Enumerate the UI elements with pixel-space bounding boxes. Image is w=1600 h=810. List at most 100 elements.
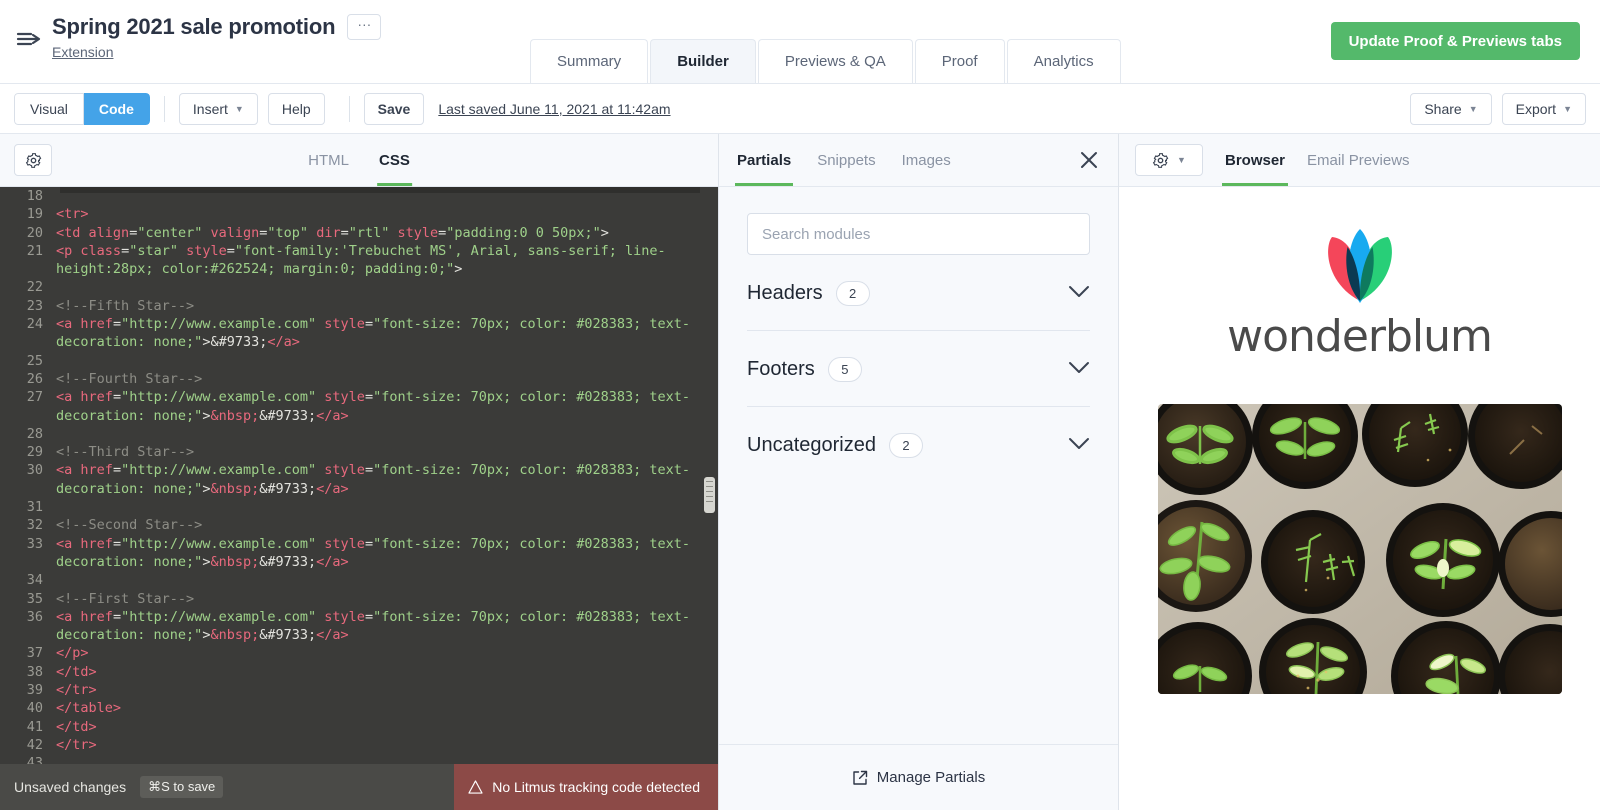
code-mode-button[interactable]: Code bbox=[84, 93, 150, 125]
line-number: 19 bbox=[0, 205, 56, 223]
export-button[interactable]: Export ▼ bbox=[1502, 93, 1586, 125]
code-line[interactable]: 22 bbox=[0, 278, 718, 296]
line-number: 37 bbox=[0, 644, 56, 662]
line-number: 33 bbox=[0, 535, 56, 572]
line-content: <tr> bbox=[56, 205, 718, 223]
code-line[interactable]: 42</tr> bbox=[0, 736, 718, 754]
line-number: 29 bbox=[0, 443, 56, 461]
code-line[interactable]: 23<!--Fifth Star--> bbox=[0, 297, 718, 315]
line-content: <!--Second Star--> bbox=[56, 516, 718, 534]
line-content: <!--Fifth Star--> bbox=[56, 297, 718, 315]
code-line[interactable]: 20<td align="center" valign="top" dir="r… bbox=[0, 224, 718, 242]
code-line[interactable]: 36<a href="http://www.example.com" style… bbox=[0, 608, 718, 645]
search-modules-input[interactable] bbox=[747, 213, 1090, 255]
visual-code-toggle: Visual Code bbox=[14, 93, 150, 125]
more-options-button[interactable]: ··· bbox=[347, 14, 381, 40]
code-line[interactable]: 24<a href="http://www.example.com" style… bbox=[0, 315, 718, 352]
tab-summary[interactable]: Summary bbox=[530, 39, 648, 83]
code-line[interactable]: 21<p class="star" style="font-family:'Tr… bbox=[0, 242, 718, 279]
chevron-down-icon: ▼ bbox=[1177, 155, 1186, 165]
preview-tab-browser[interactable]: Browser bbox=[1225, 134, 1285, 186]
tab-images[interactable]: Images bbox=[902, 134, 951, 186]
share-button[interactable]: Share ▼ bbox=[1410, 93, 1491, 125]
update-proof-previews-button[interactable]: Update Proof & Previews tabs bbox=[1331, 22, 1580, 60]
code-line[interactable]: 38</td> bbox=[0, 663, 718, 681]
chevron-down-icon: ▼ bbox=[1469, 104, 1478, 114]
code-language-tabs: HTML CSS bbox=[308, 134, 410, 186]
code-editor[interactable]: 18 19<tr>20<td align="center" valign="to… bbox=[0, 187, 718, 764]
partials-group-uncategorized[interactable]: Uncategorized 2 bbox=[747, 407, 1090, 482]
code-line[interactable]: 33<a href="http://www.example.com" style… bbox=[0, 535, 718, 572]
line-content: <!--First Star--> bbox=[56, 590, 718, 608]
line-content: <!--Third Star--> bbox=[56, 443, 718, 461]
editor-vertical-scrollbar[interactable] bbox=[704, 477, 715, 513]
group-count-badge: 2 bbox=[836, 281, 870, 306]
code-line[interactable]: 27<a href="http://www.example.com" style… bbox=[0, 388, 718, 425]
help-button[interactable]: Help bbox=[268, 93, 325, 125]
code-line[interactable]: 37</p> bbox=[0, 644, 718, 662]
tab-proof[interactable]: Proof bbox=[915, 39, 1005, 83]
line-content: <td align="center" valign="top" dir="rtl… bbox=[56, 224, 718, 242]
line-content bbox=[56, 571, 718, 589]
code-tab-css[interactable]: CSS bbox=[379, 134, 410, 186]
code-line[interactable]: 35<!--First Star--> bbox=[0, 590, 718, 608]
code-line[interactable]: 40</table> bbox=[0, 699, 718, 717]
code-line[interactable]: 25 bbox=[0, 352, 718, 370]
tab-analytics[interactable]: Analytics bbox=[1007, 39, 1121, 83]
code-line[interactable]: 31 bbox=[0, 498, 718, 516]
tab-snippets[interactable]: Snippets bbox=[817, 134, 875, 186]
code-line[interactable]: 39</tr> bbox=[0, 681, 718, 699]
code-tab-html[interactable]: HTML bbox=[308, 134, 349, 186]
insert-label: Insert bbox=[193, 101, 228, 117]
line-number: 24 bbox=[0, 315, 56, 352]
email-preview-canvas: wonderblum bbox=[1119, 187, 1600, 810]
code-line[interactable]: 19<tr> bbox=[0, 205, 718, 223]
code-line[interactable]: 41</td> bbox=[0, 718, 718, 736]
builder-panes: HTML CSS 18 19<tr>20<td align="center" v… bbox=[0, 134, 1600, 810]
partials-group-headers[interactable]: Headers 2 bbox=[747, 255, 1090, 331]
tab-builder[interactable]: Builder bbox=[650, 39, 756, 83]
code-settings-button[interactable] bbox=[14, 144, 52, 176]
code-line[interactable]: 34 bbox=[0, 571, 718, 589]
collapse-sidebar-button[interactable] bbox=[12, 22, 46, 56]
wonderblum-flower-logo bbox=[1314, 227, 1406, 305]
line-content: </tr> bbox=[56, 736, 718, 754]
line-number: 25 bbox=[0, 352, 56, 370]
line-content: <a href="http://www.example.com" style="… bbox=[56, 388, 718, 425]
last-saved-link[interactable]: Last saved June 11, 2021 at 11:42am bbox=[438, 101, 670, 117]
line-number: 36 bbox=[0, 608, 56, 645]
preview-tab-email-previews[interactable]: Email Previews bbox=[1307, 134, 1410, 186]
code-line[interactable]: 26<!--Fourth Star--> bbox=[0, 370, 718, 388]
export-label: Export bbox=[1516, 101, 1556, 117]
line-number: 27 bbox=[0, 388, 56, 425]
gear-icon bbox=[25, 152, 42, 169]
code-line[interactable]: 30<a href="http://www.example.com" style… bbox=[0, 461, 718, 498]
preview-settings-button[interactable]: ▼ bbox=[1135, 144, 1203, 176]
close-icon bbox=[1078, 149, 1100, 171]
share-label: Share bbox=[1424, 101, 1461, 117]
editor-status-bar: Unsaved changes ⌘S to save No Litmus tra… bbox=[0, 764, 718, 810]
manage-partials-link[interactable]: Manage Partials bbox=[719, 744, 1118, 810]
code-line[interactable]: 32<!--Second Star--> bbox=[0, 516, 718, 534]
line-number: 32 bbox=[0, 516, 56, 534]
warning-triangle-icon bbox=[468, 780, 483, 794]
line-number: 38 bbox=[0, 663, 56, 681]
save-button[interactable]: Save bbox=[364, 93, 425, 125]
campaign-subtitle-link[interactable]: Extension bbox=[52, 44, 113, 60]
code-line[interactable]: 43 bbox=[0, 754, 718, 764]
group-label: Uncategorized bbox=[747, 434, 876, 457]
line-number: 30 bbox=[0, 461, 56, 498]
close-panel-button[interactable] bbox=[1078, 149, 1100, 171]
insert-button[interactable]: Insert ▼ bbox=[179, 93, 258, 125]
partials-group-footers[interactable]: Footers 5 bbox=[747, 331, 1090, 407]
code-line[interactable]: 29<!--Third Star--> bbox=[0, 443, 718, 461]
line-content: <a href="http://www.example.com" style="… bbox=[56, 315, 718, 352]
tab-previews-qa[interactable]: Previews & QA bbox=[758, 39, 913, 83]
code-editor-pane: HTML CSS 18 19<tr>20<td align="center" v… bbox=[0, 134, 719, 810]
visual-mode-button[interactable]: Visual bbox=[14, 93, 84, 125]
help-label: Help bbox=[282, 101, 311, 117]
tab-partials[interactable]: Partials bbox=[737, 134, 791, 186]
code-line[interactable]: 28 bbox=[0, 425, 718, 443]
editor-horizontal-scrollbar[interactable] bbox=[60, 187, 700, 193]
line-content: <a href="http://www.example.com" style="… bbox=[56, 535, 718, 572]
